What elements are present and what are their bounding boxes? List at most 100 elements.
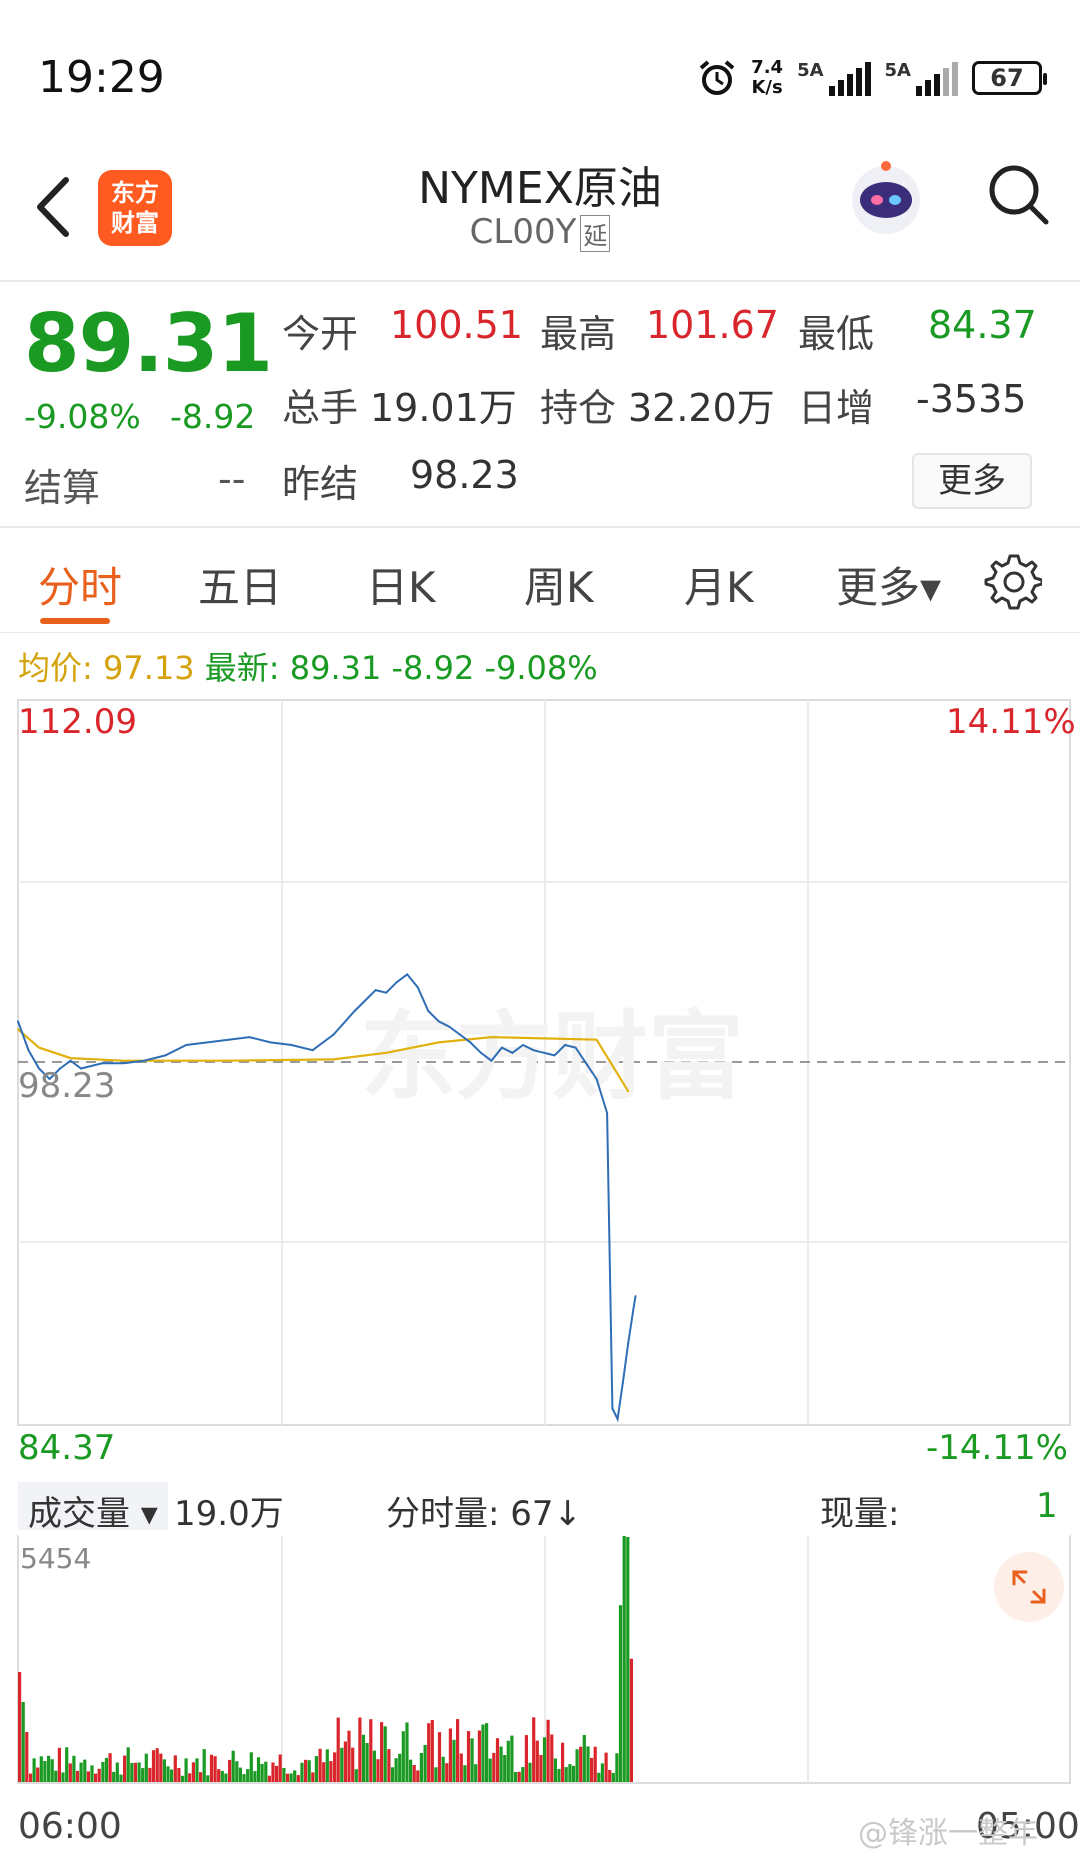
volume-bar — [557, 1768, 561, 1782]
network-speed: 7.4 K/s — [751, 57, 784, 98]
tab-five-day[interactable]: 五日 — [198, 554, 282, 615]
volume-bar — [398, 1753, 402, 1782]
price-line-point — [595, 1078, 598, 1080]
avg-price-line-point — [543, 1037, 545, 1040]
volume-bar — [54, 1770, 58, 1782]
price-line-point — [364, 999, 367, 1002]
volume-bar — [528, 1762, 532, 1782]
volume-selector[interactable]: 成交量 ▾ — [18, 1482, 168, 1534]
search-icon[interactable] — [986, 162, 1052, 228]
volume-bar — [123, 1755, 127, 1782]
battery-icon: 67 — [972, 61, 1047, 95]
expand-icon — [1012, 1570, 1046, 1604]
app-logo[interactable]: 东方 财富 — [98, 170, 172, 246]
tab-intraday[interactable]: 分时 — [38, 554, 122, 615]
volume-bar — [264, 1761, 268, 1782]
avg-price-line-point — [17, 1028, 19, 1031]
volume-bar — [390, 1767, 395, 1782]
open-value: 100.51 — [390, 303, 523, 347]
volume-bar — [535, 1740, 539, 1782]
volume-bar — [159, 1753, 163, 1782]
page-title: NYMEX原油 — [418, 163, 662, 214]
more-button[interactable]: 更多 — [912, 453, 1032, 509]
volume-bar — [220, 1770, 224, 1782]
high-label: 最高 — [540, 312, 617, 356]
price-line-point — [406, 973, 409, 976]
volume-bar — [101, 1761, 105, 1782]
watermark: 东方财富 — [360, 1004, 744, 1111]
volume-bar — [427, 1723, 431, 1782]
volume-header: 成交量 ▾ 19.0万 分时量: 67↓ 现量: 1 — [18, 1480, 1070, 1536]
price-line-point — [185, 1044, 188, 1046]
tab-monthly-k[interactable]: 月K — [684, 554, 754, 615]
avg-price-line-point — [385, 1051, 388, 1054]
volume-bar — [18, 1672, 22, 1782]
price-line-point — [248, 1036, 251, 1039]
x-start-label: 06:00 — [18, 1806, 122, 1847]
avg-price-line-point — [595, 1038, 598, 1041]
tab-more[interactable]: 更多▾ — [836, 554, 941, 615]
volume-bar — [130, 1762, 134, 1782]
volume-bar — [180, 1775, 185, 1782]
volume-total: 19.0万 — [174, 1494, 284, 1534]
volume-bar — [593, 1746, 597, 1782]
volume-bar — [423, 1744, 427, 1782]
price-line-point — [385, 991, 388, 994]
price-line-point — [469, 1041, 472, 1044]
price-line-point — [606, 1112, 609, 1114]
price-line-point — [532, 1049, 535, 1052]
change-amount: -8.92 — [170, 397, 256, 436]
pct-max-label: 14.11% — [946, 702, 1076, 742]
y-min-label: 84.37 — [18, 1428, 116, 1468]
tab-weekly-k[interactable]: 周K — [524, 554, 594, 615]
avg-price-value: 97.13 — [102, 649, 195, 687]
price-line-point — [427, 1010, 430, 1012]
volume-bar — [249, 1752, 253, 1782]
price-line-point — [448, 1025, 451, 1028]
volume-bar — [582, 1735, 586, 1782]
volume-bar — [629, 1658, 633, 1782]
volume-bar — [456, 1719, 460, 1782]
volume-bar — [47, 1755, 51, 1782]
volume-bar — [209, 1754, 214, 1782]
symbol-code: CL00Y 延 — [340, 212, 740, 252]
latest-value: 89.31 -8.92 -9.08% — [289, 649, 598, 687]
price-line-point — [206, 1041, 209, 1044]
volume-bar — [115, 1762, 119, 1782]
volume-bar — [206, 1775, 210, 1782]
volume-bar — [235, 1761, 239, 1782]
active-tab-indicator — [40, 618, 110, 624]
volume-bar — [553, 1758, 557, 1782]
expand-chart-button[interactable] — [994, 1552, 1064, 1622]
intraday-chart[interactable]: 东方财富 — [0, 690, 1080, 1810]
volume-bar — [568, 1764, 572, 1782]
price-line-point — [611, 1407, 614, 1410]
volume-bar — [282, 1768, 286, 1782]
settle-value: -- — [218, 457, 246, 501]
volume-bar — [488, 1758, 492, 1782]
price-line-point — [553, 1054, 556, 1057]
assistant-robot-icon[interactable] — [842, 154, 930, 242]
volume-bar — [380, 1722, 384, 1782]
volume-bar — [141, 1768, 145, 1782]
volume-bar — [477, 1730, 481, 1782]
last-price: 89.31 — [24, 297, 273, 390]
back-arrow-icon[interactable] — [28, 172, 78, 242]
alarm-icon — [699, 60, 735, 95]
volume-bar — [579, 1746, 583, 1782]
gear-icon[interactable] — [984, 552, 1042, 610]
volume-bar — [481, 1724, 485, 1782]
volume-bar — [289, 1773, 293, 1782]
volume-bar — [510, 1735, 514, 1782]
tab-daily-k[interactable]: 日K — [366, 554, 436, 615]
volume-bar — [28, 1773, 33, 1782]
volume-bar — [213, 1756, 217, 1782]
volume-bar — [340, 1747, 344, 1782]
price-line-point — [311, 1049, 314, 1052]
quote-panel: 89.31 -9.08% -8.92 结算 -- 今开 100.51 最高 10… — [0, 285, 1080, 525]
price-line-point — [374, 989, 377, 992]
price-line-point — [490, 1059, 493, 1062]
volume-bar — [86, 1771, 90, 1782]
volume-bar — [293, 1770, 297, 1782]
reference-label: 98.23 — [18, 1066, 116, 1106]
